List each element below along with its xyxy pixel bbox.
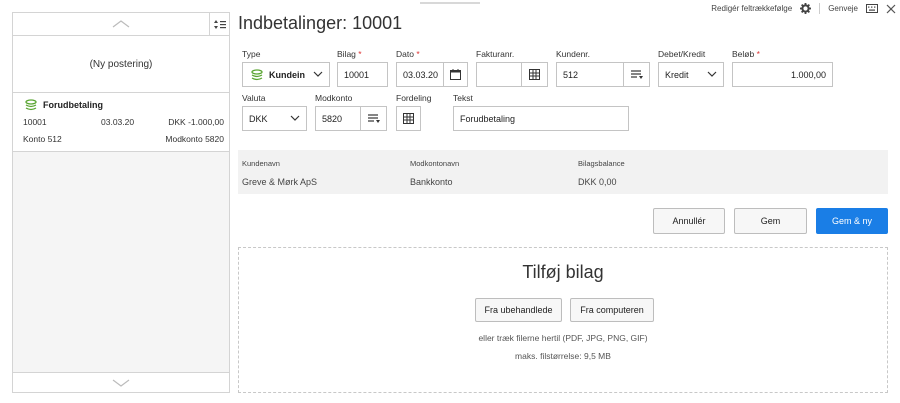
fordeling-label: Fordeling bbox=[396, 93, 432, 103]
beloeb-input[interactable]: 1.000,00 bbox=[732, 62, 833, 87]
entry-title: Forudbetaling bbox=[43, 100, 103, 110]
page-title: Indbetalinger: 10001 bbox=[238, 13, 403, 33]
new-posting-item[interactable]: (Ny postering) bbox=[13, 36, 229, 93]
valuta-label: Valuta bbox=[242, 93, 266, 103]
postings-list: (Ny postering) Forudbetaling 10001 03.03… bbox=[12, 12, 230, 393]
modkonto-label: Modkonto bbox=[315, 93, 353, 103]
edit-field-order-link[interactable]: Redigér feltrækkefølge bbox=[711, 4, 792, 13]
beloeb-label: Beløb * bbox=[732, 49, 760, 59]
save-button[interactable]: Gem bbox=[734, 208, 807, 234]
type-label: Type bbox=[242, 49, 261, 59]
entry-offset-account: Modkonto 5820 bbox=[165, 134, 224, 144]
fordeling-button[interactable] bbox=[396, 106, 421, 131]
kunde-input[interactable]: 512 bbox=[556, 62, 650, 87]
modkontonavn-label: Modkontonavn bbox=[410, 159, 460, 168]
kunde-lookup-button[interactable] bbox=[623, 63, 649, 86]
valuta-select[interactable]: DKK bbox=[242, 106, 307, 131]
coins-icon bbox=[251, 68, 263, 80]
kundenavn-label: Kundenavn bbox=[242, 159, 280, 168]
chevron-down-icon bbox=[707, 71, 717, 77]
max-size-text: maks. filstørrelse: 9,5 MB bbox=[515, 351, 611, 361]
chevron-down-icon bbox=[290, 115, 300, 121]
modkontonavn-value: Bankkonto bbox=[410, 177, 453, 187]
save-and-new-button[interactable]: Gem & ny bbox=[816, 208, 888, 234]
coins-icon bbox=[25, 99, 37, 111]
list-lookup-icon bbox=[630, 69, 643, 79]
sort-icon bbox=[213, 19, 226, 29]
entry-amount: DKK -1.000,00 bbox=[168, 117, 224, 127]
faktura-lookup-button[interactable] bbox=[521, 63, 547, 86]
attachment-title: Tilføj bilag bbox=[522, 262, 604, 282]
dato-label: Dato * bbox=[396, 49, 420, 59]
drop-hint-text: eller træk filerne hertil (PDF, JPG, PNG… bbox=[478, 333, 648, 343]
attachment-drop-zone[interactable]: Tilføj bilag Fra ubehandlede Fra compute… bbox=[238, 247, 888, 393]
bilagsbalance-value: DKK 0,00 bbox=[578, 177, 617, 187]
entry-voucher: 10001 bbox=[23, 117, 47, 127]
chevron-up-icon bbox=[112, 20, 130, 28]
list-lookup-icon bbox=[367, 113, 380, 123]
gear-icon[interactable] bbox=[800, 3, 812, 14]
sort-button[interactable] bbox=[209, 13, 229, 35]
faktura-label: Fakturanr. bbox=[476, 49, 515, 59]
kunde-label: Kundenr. bbox=[556, 49, 591, 59]
top-toolbar: Redigér feltrækkefølge Genveje bbox=[711, 3, 896, 14]
close-icon[interactable] bbox=[886, 4, 896, 14]
type-value: Kundeind bbox=[269, 69, 305, 80]
entry-account: Konto 512 bbox=[23, 134, 62, 144]
debet-kredit-select[interactable]: Kredit bbox=[658, 62, 724, 87]
scroll-down-button[interactable] bbox=[13, 372, 229, 392]
bilag-label: Bilag * bbox=[337, 49, 362, 59]
shortcuts-link[interactable]: Genveje bbox=[828, 4, 858, 13]
scroll-up-button[interactable] bbox=[13, 13, 229, 36]
keyboard-icon[interactable] bbox=[866, 4, 878, 13]
tekst-input[interactable]: Forudbetaling bbox=[453, 106, 629, 131]
modkonto-lookup-button[interactable] bbox=[360, 107, 386, 130]
dato-input[interactable]: 03.03.20 bbox=[396, 62, 468, 87]
calendar-icon bbox=[450, 69, 461, 80]
from-computer-button[interactable]: Fra computeren bbox=[570, 298, 654, 322]
type-select[interactable]: Kundeind bbox=[242, 62, 330, 87]
chevron-down-icon bbox=[112, 379, 130, 387]
bilag-input[interactable]: 10001 bbox=[337, 62, 388, 87]
cancel-button[interactable]: Annullér bbox=[653, 208, 725, 234]
debet-kredit-label: Debet/Kredit bbox=[658, 49, 706, 59]
bilagsbalance-label: Bilagsbalance bbox=[578, 159, 625, 168]
chevron-down-icon bbox=[313, 71, 323, 77]
grid-icon bbox=[403, 113, 414, 124]
tekst-label: Tekst bbox=[453, 93, 473, 103]
info-panel: Kundenavn Greve & Mørk ApS Modkontonavn … bbox=[238, 150, 888, 194]
kundenavn-value: Greve & Mørk ApS bbox=[242, 177, 318, 187]
window-handle bbox=[420, 2, 480, 4]
entry-date: 03.03.20 bbox=[101, 117, 135, 127]
toolbar-divider bbox=[819, 3, 821, 14]
faktura-input[interactable] bbox=[476, 62, 548, 87]
modkonto-input[interactable]: 5820 bbox=[315, 106, 387, 131]
date-picker-button[interactable] bbox=[443, 63, 467, 86]
list-item[interactable]: Forudbetaling 10001 03.03.20 DKK -1.000,… bbox=[13, 93, 229, 152]
grid-icon bbox=[529, 69, 540, 80]
from-unprocessed-button[interactable]: Fra ubehandlede bbox=[475, 298, 562, 322]
